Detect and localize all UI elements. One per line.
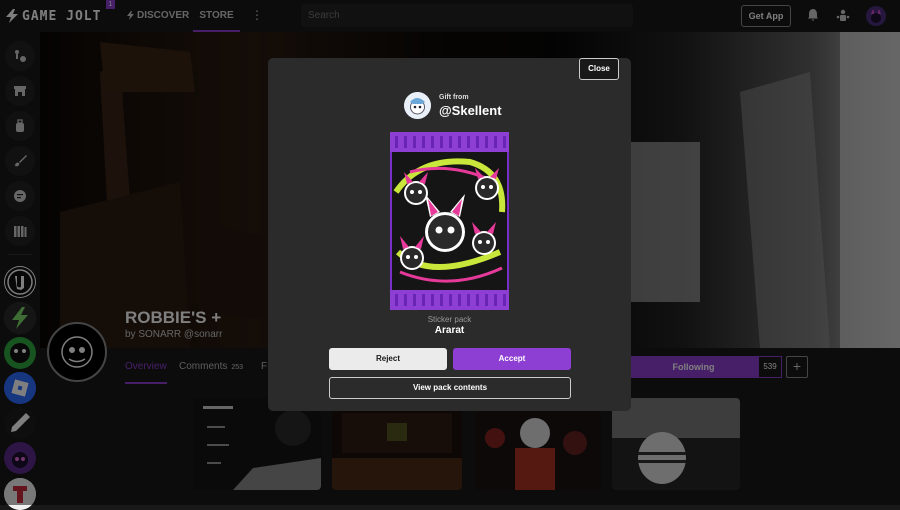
close-button[interactable]: Close <box>579 58 619 80</box>
pack-name: Ararat <box>434 325 465 336</box>
sticker-pack-image <box>390 132 509 310</box>
reject-button[interactable]: Reject <box>329 348 447 370</box>
gifter-avatar-art <box>404 92 431 119</box>
pack-type-label: Sticker pack <box>427 315 472 324</box>
gift-modal: Close Gift from @Skellent Sticker pack A… <box>268 58 631 411</box>
gifter-avatar[interactable] <box>404 92 431 119</box>
gift-from-label: Gift from <box>439 94 469 101</box>
gifter-username[interactable]: @Skellent <box>439 103 502 118</box>
accept-button[interactable]: Accept <box>453 348 571 370</box>
view-pack-contents-button[interactable]: View pack contents <box>329 377 571 399</box>
